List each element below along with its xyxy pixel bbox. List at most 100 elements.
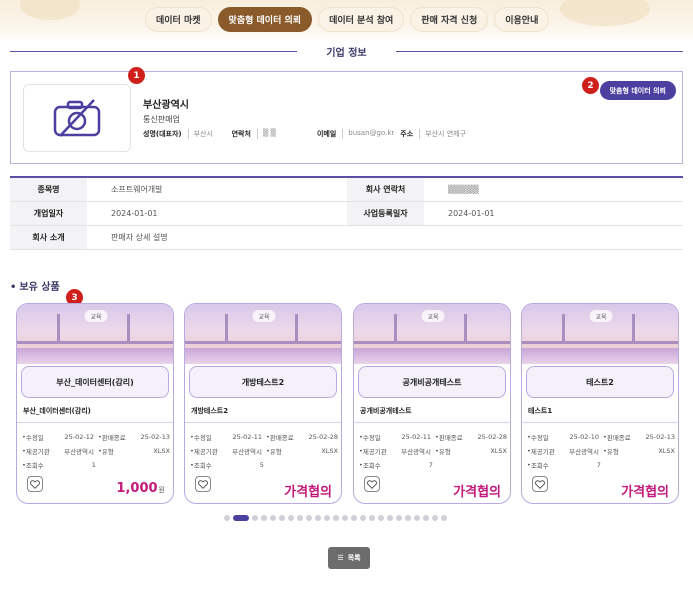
product-card[interactable]: 교육 부산_데이터센터(감리) 부산_데이터센터(감리) • 수정일 25-02-12 •… [16,303,174,504]
nav-data-market[interactable]: 데이터 마켓 [145,7,212,32]
meta-row: • 수정일 25-02-11 • 판매종료 25-02-28 [359,433,507,442]
divider [354,422,510,423]
heart-icon [367,479,377,489]
type-value: XLSX [490,447,507,455]
meta-row: • 제공기관 부산광역시 • 유형 XLSX [527,447,675,456]
nav-guide[interactable]: 이용안내 [494,7,550,32]
meta-row: • 제공기관 부산광역시 • 유형 XLSX [190,447,338,456]
favorite-button[interactable] [364,476,380,492]
type-value: XLSX [153,447,170,455]
pagination-dot[interactable] [261,515,267,521]
pagination-dot[interactable] [315,515,321,521]
pagination-dot[interactable] [360,515,366,521]
product-thumbnail: 교육 [522,304,678,364]
meta-label: 조회수 [25,462,44,470]
pagination-dot[interactable] [297,515,303,521]
pagination-dot[interactable] [270,515,276,521]
pagination-dot[interactable] [441,515,447,521]
product-meta: • 수정일 25-02-12 • 판매종료 25-02-13 • 제공기관 부산광역시 • … [22,430,170,472]
pagination-dot[interactable] [333,515,339,521]
product-card[interactable]: 교육 테스트2 테스트1 • 수정일 25-02-10 • 판매종료 25-02-13 • 제… [521,303,679,504]
bridge-tower [127,314,130,344]
registration-value: 2024-01-01 [424,201,683,226]
company-name: 부산광역시 [143,100,189,111]
pagination-dot[interactable] [324,515,330,521]
views-value: 7 [428,461,433,469]
intro-value: 판매자 상세 설명 [87,225,683,250]
product-name[interactable]: 개방테스트2 [189,366,337,398]
pagination-dot[interactable] [279,515,285,521]
price-value: 1,000 [116,481,158,496]
meta-label: 제공기관 [362,448,387,456]
nav-seller-apply[interactable]: 판매 자격 신청 [410,7,489,32]
meta-row: • 조회수 5 [190,461,264,470]
bridge-deck [17,341,173,344]
pagination-dot[interactable] [233,515,249,521]
modified-date: 25-02-12 [64,433,94,441]
nav-analysis[interactable]: 데이터 분석 참여 [318,7,405,32]
category-tag: 교육 [84,310,108,322]
pagination-dot[interactable] [414,515,420,521]
product-subtitle: 테스트1 [528,407,553,415]
end-date: 25-02-13 [645,433,675,441]
pagination [224,515,447,521]
company-contact-row: 성명(대표자) 부산시 연락처 ▒ ▒ 이메일 busan@go.kr 주소 부… [143,129,466,139]
custom-request-button[interactable]: 맞춤형 데이터 의뢰 [599,81,676,100]
top-banner: 데이터 마켓 맞춤형 데이터 의뢰 데이터 분석 참여 판매 자격 신청 이용안… [0,0,693,42]
favorite-button[interactable] [195,476,211,492]
pagination-dot[interactable] [252,515,258,521]
modified-date: 25-02-11 [401,433,431,441]
pagination-dot[interactable] [405,515,411,521]
pagination-dot[interactable] [224,515,230,521]
product-price: 가격협의 [621,481,670,500]
marker-1: 1 [128,67,145,84]
pagination-dot[interactable] [387,515,393,521]
meta-label: 제공기관 [530,448,555,456]
list-button[interactable]: ☰ 목록 [328,547,370,569]
rep-label: 성명(대표자) [143,130,182,138]
price-value: 가격협의 [453,485,501,500]
bridge-tower [632,314,635,344]
pagination-dot[interactable] [351,515,357,521]
views-value: 5 [259,461,264,469]
meta-label: 조회수 [530,462,549,470]
pagination-dot[interactable] [288,515,294,521]
heart-icon [198,479,208,489]
pagination-dot[interactable] [396,515,402,521]
list-icon: ☰ [337,554,344,562]
provider-value: 부산광역시 [569,448,599,456]
meta-label: 판매종료 [606,434,631,442]
views-value: 7 [596,461,601,469]
water [185,348,341,364]
pagination-dot[interactable] [423,515,429,521]
pagination-dot[interactable] [369,515,375,521]
bridge-tower [394,314,397,344]
pagination-dot[interactable] [432,515,438,521]
favorite-button[interactable] [27,476,43,492]
email-label: 이메일 [316,130,337,138]
pagination-dot[interactable] [306,515,312,521]
product-subtitle: 공개비공개테스트 [360,407,412,415]
bridge-tower [295,314,298,344]
pagination-dot[interactable] [342,515,348,521]
nav-custom-request[interactable]: 맞춤형 데이터 의뢰 [217,7,313,32]
product-name[interactable]: 공개비공개테스트 [358,366,506,398]
end-date: 25-02-28 [308,433,338,441]
product-name[interactable]: 테스트2 [526,366,674,398]
bridge-deck [185,341,341,344]
camera-off-icon [53,99,101,137]
product-card[interactable]: 교육 공개비공개테스트 공개비공개테스트 • 수정일 25-02-11 • 판매종료 25-… [353,303,511,504]
products-title-text: 보유 상품 [19,282,60,293]
meta-row: • 조회수 7 [359,461,433,470]
product-price: 가격협의 [453,481,502,500]
meta-label: 유형 [101,448,114,456]
price-value: 가격협의 [284,485,332,500]
company-logo [23,84,131,152]
pagination-dot[interactable] [378,515,384,521]
product-name[interactable]: 부산_데이터센터(감리) [21,366,169,398]
favorite-button[interactable] [532,476,548,492]
product-subtitle: 개방테스트2 [191,407,229,415]
opening-label: 개업일자 [10,201,87,226]
meta-row: • 수정일 25-02-10 • 판매종료 25-02-13 [527,433,675,442]
product-card[interactable]: 교육 개방테스트2 개방테스트2 • 수정일 25-02-11 • 판매종료 25-02-2… [184,303,342,504]
